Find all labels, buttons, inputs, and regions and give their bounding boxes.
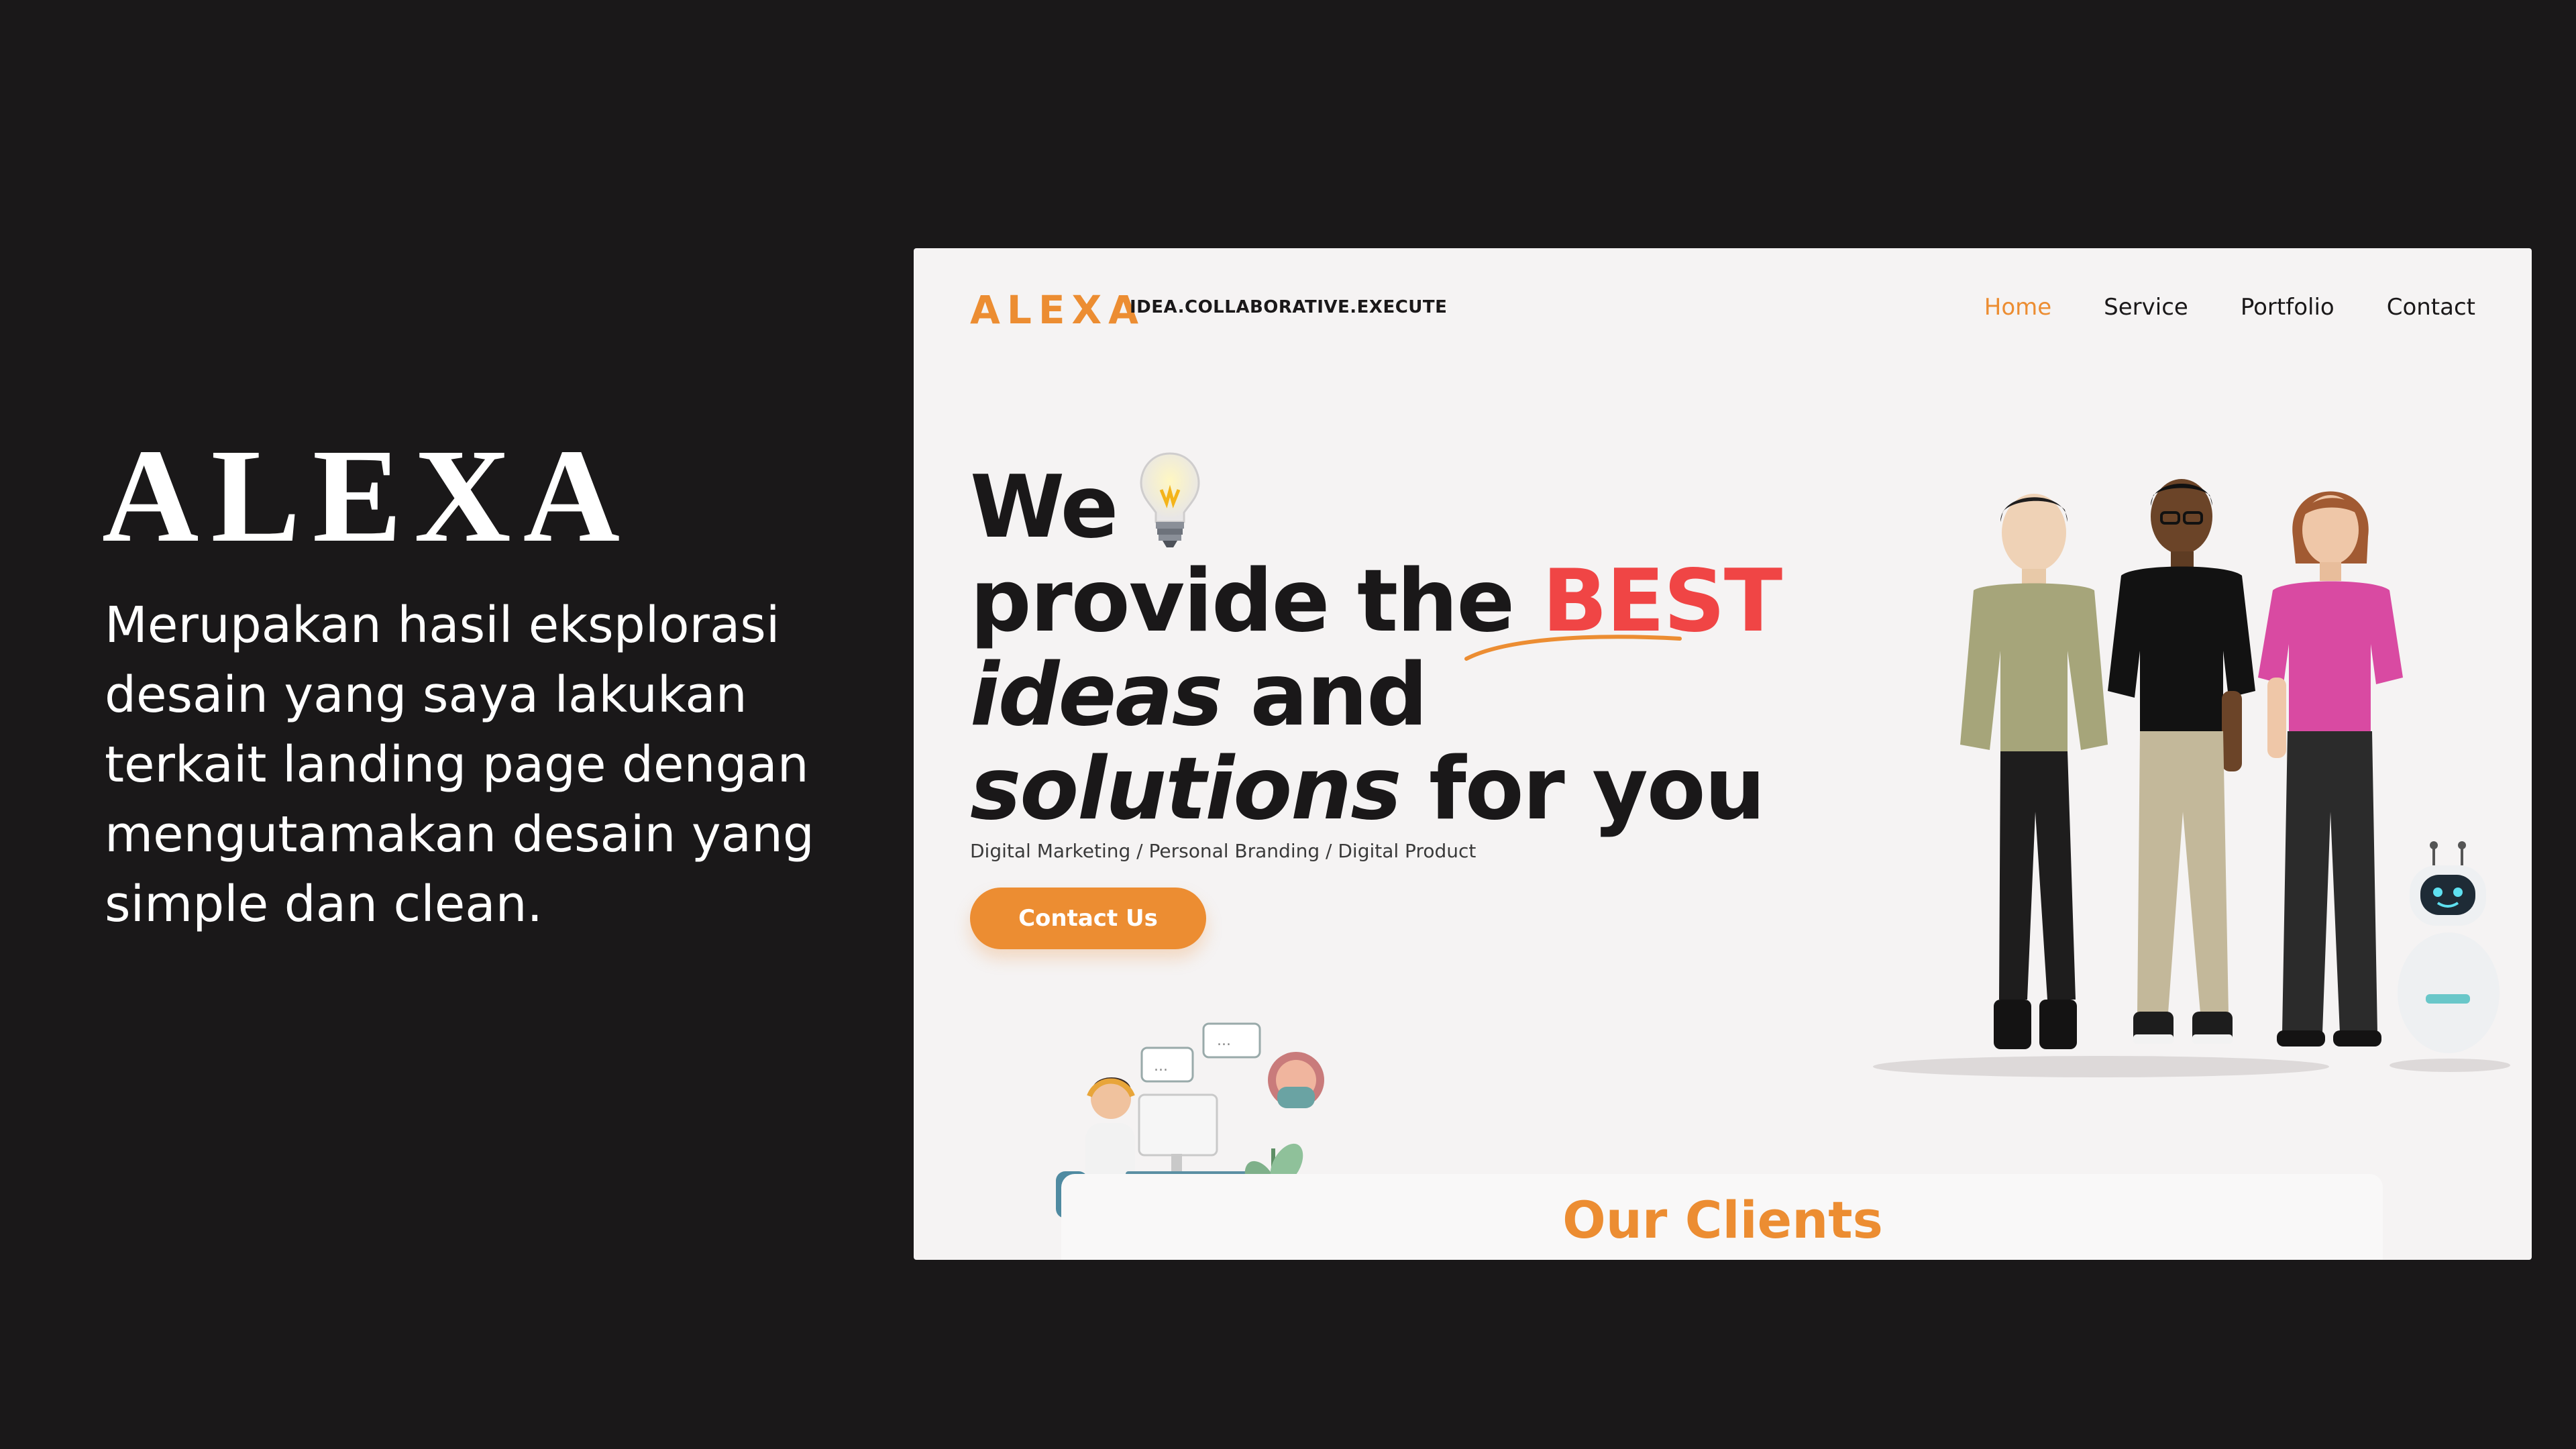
nav-contact[interactable]: Contact <box>2387 294 2475 321</box>
hero-line-2: provide the <box>970 551 1542 651</box>
hero-line-4: for you <box>1400 739 1766 839</box>
brand-title: ALEXA <box>102 422 633 570</box>
svg-text:...: ... <box>1217 1032 1231 1049</box>
navbar: ALEXA IDEA.COLLABORATIVE.EXECUTE Home Se… <box>914 248 2532 369</box>
intro-description: Merupakan hasil eksplorasi desain yang s… <box>105 596 814 933</box>
site-tagline: IDEA.COLLABORATIVE.EXECUTE <box>1130 297 1448 317</box>
contact-us-button[interactable]: Contact Us <box>970 888 1206 949</box>
team-illustration <box>1873 479 2510 1077</box>
nav-service[interactable]: Service <box>2104 294 2188 321</box>
highlight-underline <box>1464 635 1682 661</box>
hero-line-4-italic: solutions <box>970 739 1401 839</box>
nav-menu: Home Service Portfolio Contact <box>1984 294 2475 321</box>
hero-line-3-italic: ideas <box>970 645 1223 745</box>
hero-line-3: and <box>1221 645 1428 745</box>
hero-subtitle: Digital Marketing / Personal Branding / … <box>970 840 1477 862</box>
landing-page-mockup: ALEXA IDEA.COLLABORATIVE.EXECUTE Home Se… <box>914 248 2532 1260</box>
lightbulb-icon <box>1140 452 1200 547</box>
nav-portfolio[interactable]: Portfolio <box>2241 294 2334 321</box>
site-logo[interactable]: ALEXA <box>970 287 1145 333</box>
clients-heading: Our Clients <box>1562 1190 1883 1250</box>
hero-line-1: We <box>970 458 1118 557</box>
nav-home[interactable]: Home <box>1984 294 2051 321</box>
svg-text:...: ... <box>1154 1058 1168 1075</box>
